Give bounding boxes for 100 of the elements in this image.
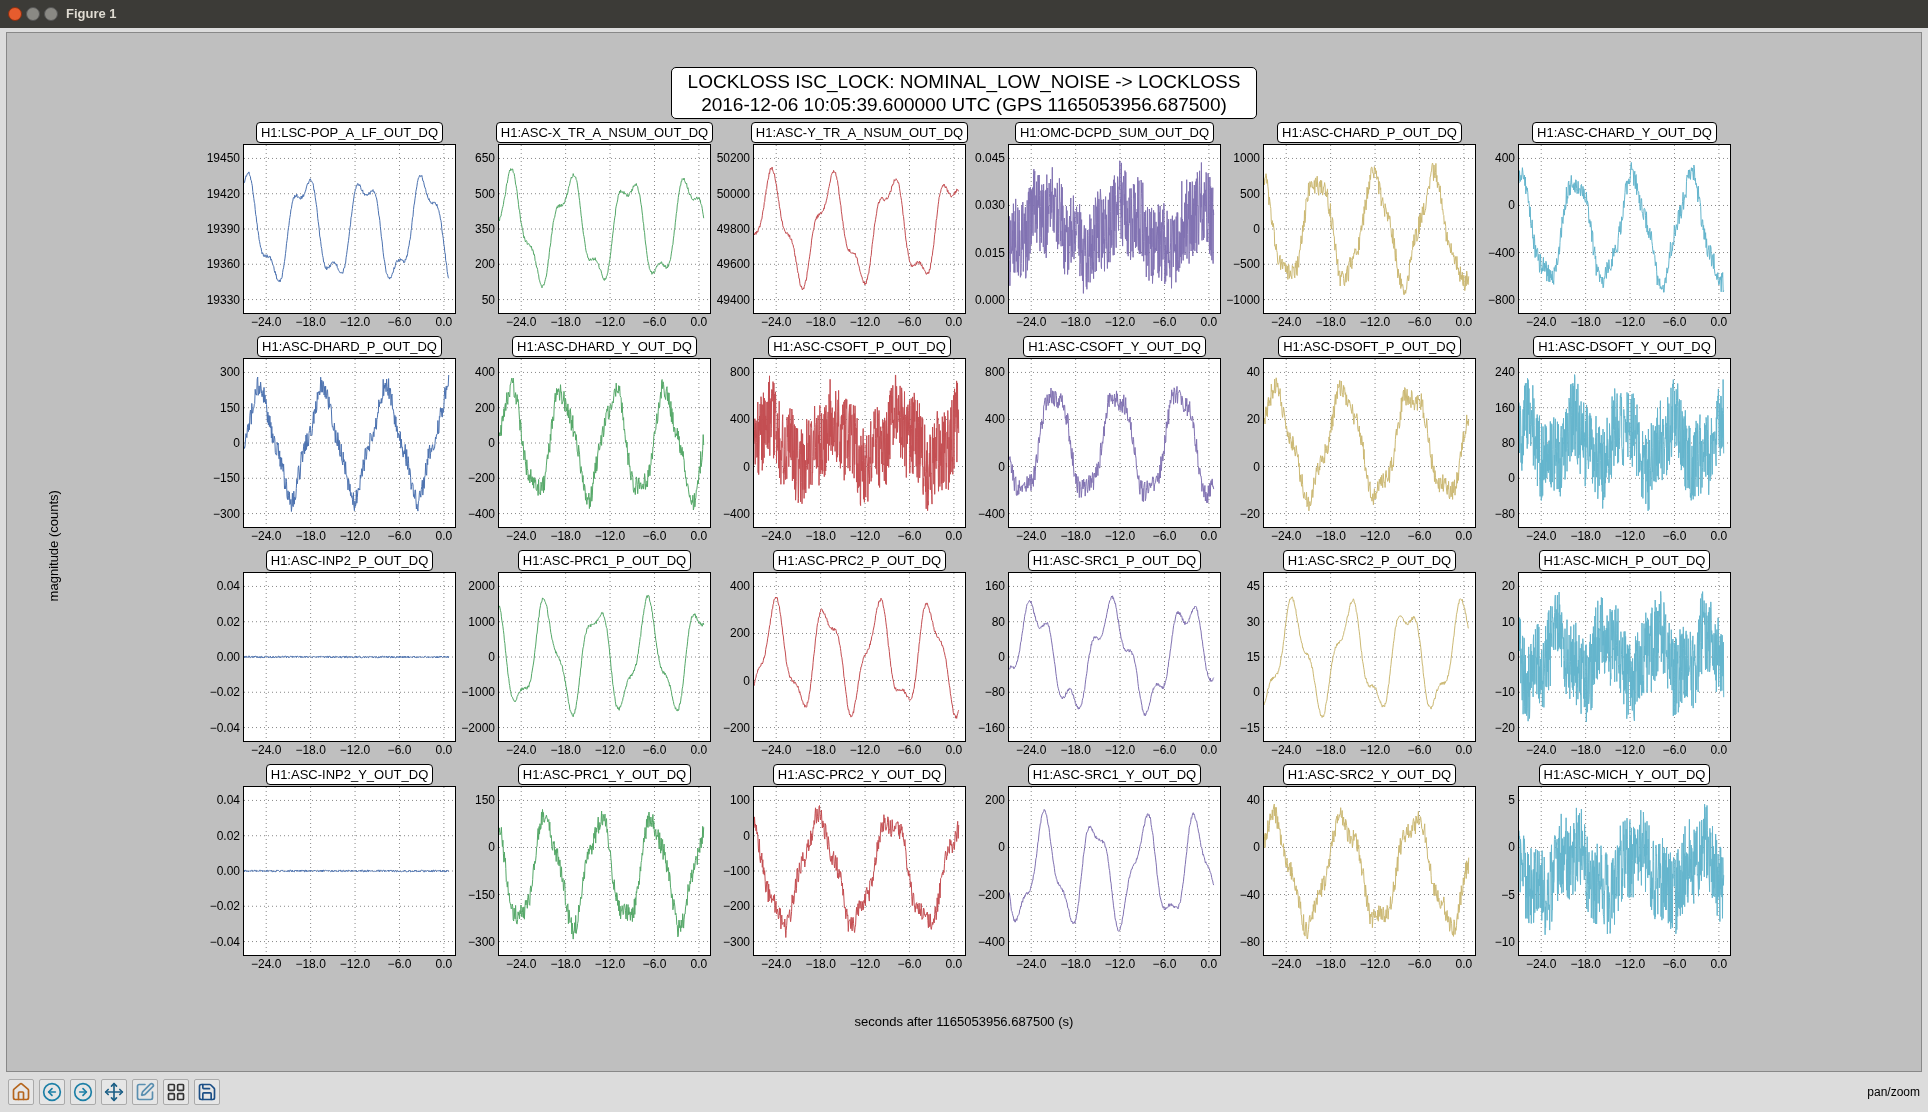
- y-tick-label: 40: [1246, 365, 1260, 380]
- x-tick-label: 0.0: [945, 957, 963, 971]
- plot-title: H1:ASC-INP2_Y_OUT_DQ: [265, 764, 434, 785]
- x-tick-label: −24.0: [761, 743, 792, 757]
- y-tick-label: 0: [743, 459, 750, 474]
- x-tick-label: 0.0: [945, 529, 963, 543]
- plot-title: H1:ASC-DHARD_Y_OUT_DQ: [512, 336, 697, 357]
- x-axis-label: seconds after 1165053956.687500 (s): [854, 1013, 1074, 1032]
- plot-title: H1:ASC-SRC2_Y_OUT_DQ: [1282, 764, 1457, 785]
- y-tick-label: 0.04: [216, 793, 240, 808]
- x-tick-label: −6.0: [642, 957, 667, 971]
- y-tick-label: 0: [998, 840, 1005, 855]
- y-tick-label: −20: [1494, 720, 1515, 735]
- x-tick-label: −6.0: [1407, 743, 1432, 757]
- x-tick-label: −18.0: [805, 957, 836, 971]
- y-tick-label: 20: [1246, 412, 1260, 427]
- plot-title: H1:ASC-CHARD_Y_OUT_DQ: [1532, 122, 1717, 143]
- x-tick-label: 0.0: [1710, 743, 1728, 757]
- y-tick-label: 0.015: [974, 245, 1005, 260]
- y-tick-label: −200: [977, 887, 1005, 902]
- x-tick-label: −6.0: [642, 743, 667, 757]
- x-tick-label: −12.0: [1104, 957, 1136, 971]
- x-tick-label: −12.0: [849, 743, 881, 757]
- x-tick-label: −12.0: [339, 529, 371, 543]
- grid-icon: [166, 1082, 186, 1102]
- y-tick-label: 19390: [206, 222, 240, 236]
- x-tick-label: −18.0: [1060, 529, 1091, 543]
- y-tick-label: 40: [1246, 793, 1260, 808]
- x-tick-label: −24.0: [506, 315, 537, 329]
- x-tick-label: −18.0: [805, 743, 836, 757]
- y-tick-label: 19420: [206, 186, 240, 201]
- y-tick-label: 0.02: [216, 828, 240, 843]
- x-tick-label: 0.0: [1200, 529, 1218, 543]
- y-tick-label: 150: [219, 400, 240, 415]
- plot-title: H1:ASC-X_TR_A_NSUM_OUT_DQ: [495, 122, 714, 143]
- x-tick-label: −6.0: [897, 315, 922, 329]
- y-tick-label: −10: [1494, 934, 1515, 949]
- x-tick-label: −6.0: [1662, 315, 1687, 329]
- y-tick-label: 160: [1494, 400, 1515, 415]
- y-tick-label: 0.000: [974, 292, 1005, 307]
- y-tick-label: 400: [984, 412, 1005, 427]
- maximize-button[interactable]: [44, 7, 58, 21]
- y-tick-label: 30: [1246, 614, 1260, 629]
- minimize-button[interactable]: [26, 7, 40, 21]
- y-tick-label: 49600: [716, 257, 750, 272]
- toolbar-button[interactable]: [163, 1079, 189, 1105]
- x-tick-label: −18.0: [295, 315, 326, 329]
- x-tick-label: 0.0: [1200, 315, 1218, 329]
- x-tick-label: −12.0: [849, 315, 881, 329]
- y-tick-label: 500: [1239, 186, 1260, 201]
- x-tick-label: −12.0: [339, 957, 371, 971]
- window-title: Figure 1: [66, 5, 117, 24]
- y-tick-label: 0.02: [216, 614, 240, 629]
- y-tick-label: 0: [998, 459, 1005, 474]
- plot-title: H1:ASC-MICH_P_OUT_DQ: [1538, 550, 1711, 571]
- y-tick-label: 0: [1253, 459, 1260, 474]
- y-tick-label: 800: [729, 365, 750, 380]
- y-tick-label: −0.02: [209, 899, 240, 914]
- x-tick-label: −6.0: [387, 529, 412, 543]
- x-tick-label: −6.0: [897, 743, 922, 757]
- toolbar-button[interactable]: [194, 1079, 220, 1105]
- plot-title: H1:ASC-PRC2_Y_OUT_DQ: [772, 764, 947, 785]
- x-tick-label: −6.0: [387, 315, 412, 329]
- plot-title: H1:ASC-CSOFT_P_OUT_DQ: [768, 336, 951, 357]
- y-tick-label: −80: [1239, 934, 1260, 949]
- x-tick-label: −12.0: [339, 315, 371, 329]
- x-tick-label: −24.0: [251, 743, 282, 757]
- x-tick-label: −6.0: [642, 315, 667, 329]
- x-tick-label: −24.0: [761, 529, 792, 543]
- plot-title: H1:ASC-PRC2_P_OUT_DQ: [772, 550, 947, 571]
- y-tick-label: 49400: [716, 292, 750, 307]
- y-tick-label: 100: [729, 793, 750, 808]
- save-icon: [197, 1082, 217, 1102]
- plot-title: H1:ASC-DSOFT_Y_OUT_DQ: [1533, 336, 1716, 357]
- x-tick-label: −24.0: [1016, 315, 1047, 329]
- y-tick-label: 0: [1508, 471, 1515, 486]
- plot-title: H1:ASC-PRC1_P_OUT_DQ: [517, 550, 692, 571]
- x-tick-label: −12.0: [594, 529, 626, 543]
- close-button[interactable]: [8, 7, 22, 21]
- y-tick-label: 500: [474, 186, 495, 201]
- status-text: pan/zoom: [1867, 1084, 1920, 1101]
- y-tick-label: −80: [984, 685, 1005, 700]
- x-tick-label: −18.0: [1570, 743, 1601, 757]
- y-tick-label: 0.00: [216, 864, 240, 878]
- y-tick-label: 15: [1246, 650, 1260, 664]
- x-tick-label: 0.0: [1710, 957, 1728, 971]
- plot-title: H1:OMC-DCPD_SUM_OUT_DQ: [1014, 122, 1215, 143]
- x-tick-label: −6.0: [387, 957, 412, 971]
- y-tick-label: −300: [467, 934, 495, 949]
- toolbar-button[interactable]: [101, 1079, 127, 1105]
- y-tick-label: −800: [1487, 292, 1515, 307]
- y-tick-label: 19330: [206, 292, 240, 307]
- y-tick-label: 400: [729, 579, 750, 594]
- y-tick-label: 300: [219, 365, 240, 380]
- y-tick-label: 49800: [716, 222, 750, 236]
- x-tick-label: −24.0: [1271, 529, 1302, 543]
- x-tick-label: −6.0: [1662, 529, 1687, 543]
- plot-title: H1:ASC-DSOFT_P_OUT_DQ: [1278, 336, 1461, 357]
- y-tick-label: −150: [467, 887, 495, 902]
- x-tick-label: −18.0: [1570, 529, 1601, 543]
